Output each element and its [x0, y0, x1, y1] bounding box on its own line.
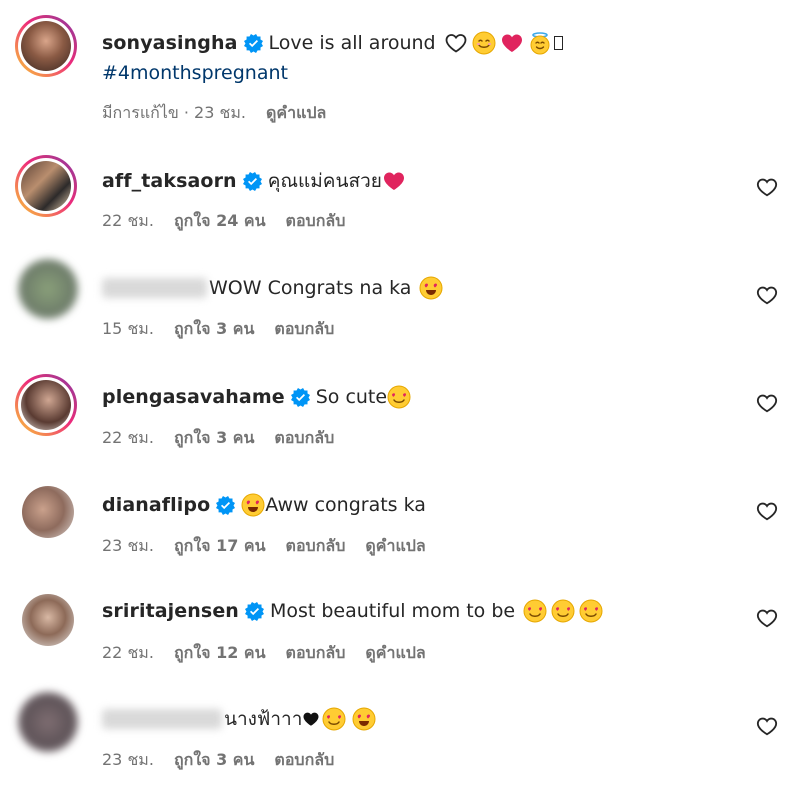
- smiling-face-hearts-icon: [579, 599, 603, 623]
- comment-time: 23 ชม.: [102, 536, 154, 555]
- heart-eyes-icon: [419, 276, 443, 300]
- avatar[interactable]: [18, 259, 78, 319]
- verified-badge-icon: [244, 34, 263, 53]
- comment-text: คุณแม่คนสวย: [267, 170, 382, 192]
- heart-eyes-icon: [352, 707, 376, 731]
- reply-button[interactable]: ตอบกลับ: [274, 426, 334, 451]
- comment-text: นางฟ้าาา: [224, 708, 303, 730]
- translate-button[interactable]: ดูคำแปล: [266, 101, 326, 126]
- username[interactable]: plengasavahame: [102, 384, 285, 410]
- likes-count[interactable]: ถูกใจ 17 คน: [174, 534, 266, 559]
- comment-time: 22 ชม.: [102, 428, 154, 447]
- likes-count[interactable]: ถูกใจ 3 คน: [174, 748, 254, 773]
- likes-count[interactable]: ถูกใจ 3 คน: [174, 426, 254, 451]
- like-heart-icon[interactable]: [756, 715, 778, 737]
- like-heart-icon[interactable]: [756, 176, 778, 198]
- red-heart-icon: [500, 31, 524, 55]
- comment-text: So cute: [315, 386, 388, 408]
- comment-text: Aww congrats ka: [265, 494, 426, 516]
- black-heart-icon: [302, 710, 320, 728]
- smiling-face-icon: [472, 31, 496, 55]
- reply-button[interactable]: ตอบกลับ: [274, 317, 334, 342]
- comment-time: 23 ชม.: [102, 750, 154, 769]
- comment-time: 15 ชม.: [102, 319, 154, 338]
- comment-time: 22 ชม.: [102, 643, 154, 662]
- verified-badge-icon: [216, 496, 235, 515]
- like-heart-icon[interactable]: [756, 500, 778, 522]
- like-heart-icon[interactable]: [756, 607, 778, 629]
- verified-badge-icon: [243, 172, 262, 191]
- blurred-username[interactable]: [102, 709, 222, 729]
- smiling-face-hearts-icon: [322, 707, 346, 731]
- edited-timestamp: มีการแก้ไข · 23 ชม.: [102, 103, 246, 122]
- avatar[interactable]: [15, 155, 77, 217]
- like-heart-icon[interactable]: [756, 284, 778, 306]
- caption-text: Love is all around: [268, 32, 436, 54]
- avatar[interactable]: [22, 594, 74, 646]
- verified-badge-icon: [245, 602, 264, 621]
- username[interactable]: sriritajensen: [102, 598, 239, 624]
- avatar[interactable]: [18, 692, 78, 752]
- comment-text: WOW Congrats na ka: [209, 277, 412, 299]
- verified-badge-icon: [291, 388, 310, 407]
- likes-count[interactable]: ถูกใจ 24 คน: [174, 209, 266, 234]
- comment-text: Most beautiful mom to be: [269, 600, 516, 622]
- unknown-glyph-icon: [553, 36, 563, 50]
- likes-count[interactable]: ถูกใจ 3 คน: [174, 317, 254, 342]
- username[interactable]: aff_taksaorn: [102, 168, 237, 194]
- translate-button[interactable]: ดูคำแปล: [365, 534, 425, 559]
- smiling-face-hearts-icon: [551, 599, 575, 623]
- username[interactable]: dianaflipo: [102, 492, 210, 518]
- smiling-face-hearts-icon: [387, 385, 411, 409]
- like-heart-icon[interactable]: [756, 392, 778, 414]
- avatar[interactable]: [15, 15, 77, 77]
- red-heart-icon: [382, 169, 406, 193]
- heart-eyes-icon: [241, 493, 265, 517]
- translate-button[interactable]: ดูคำแปล: [365, 641, 425, 666]
- blurred-username[interactable]: [102, 278, 207, 298]
- white-heart-icon: [444, 31, 468, 55]
- reply-button[interactable]: ตอบกลับ: [286, 641, 346, 666]
- reply-button[interactable]: ตอบกลับ: [286, 534, 346, 559]
- avatar[interactable]: [22, 486, 74, 538]
- angel-icon: [528, 31, 552, 55]
- username[interactable]: sonyasingha: [102, 30, 238, 56]
- reply-button[interactable]: ตอบกลับ: [286, 209, 346, 234]
- likes-count[interactable]: ถูกใจ 12 คน: [174, 641, 266, 666]
- avatar[interactable]: [15, 374, 77, 436]
- hashtag-link[interactable]: #4monthspregnant: [102, 62, 288, 84]
- comment-time: 22 ชม.: [102, 211, 154, 230]
- reply-button[interactable]: ตอบกลับ: [274, 748, 334, 773]
- smiling-face-hearts-icon: [523, 599, 547, 623]
